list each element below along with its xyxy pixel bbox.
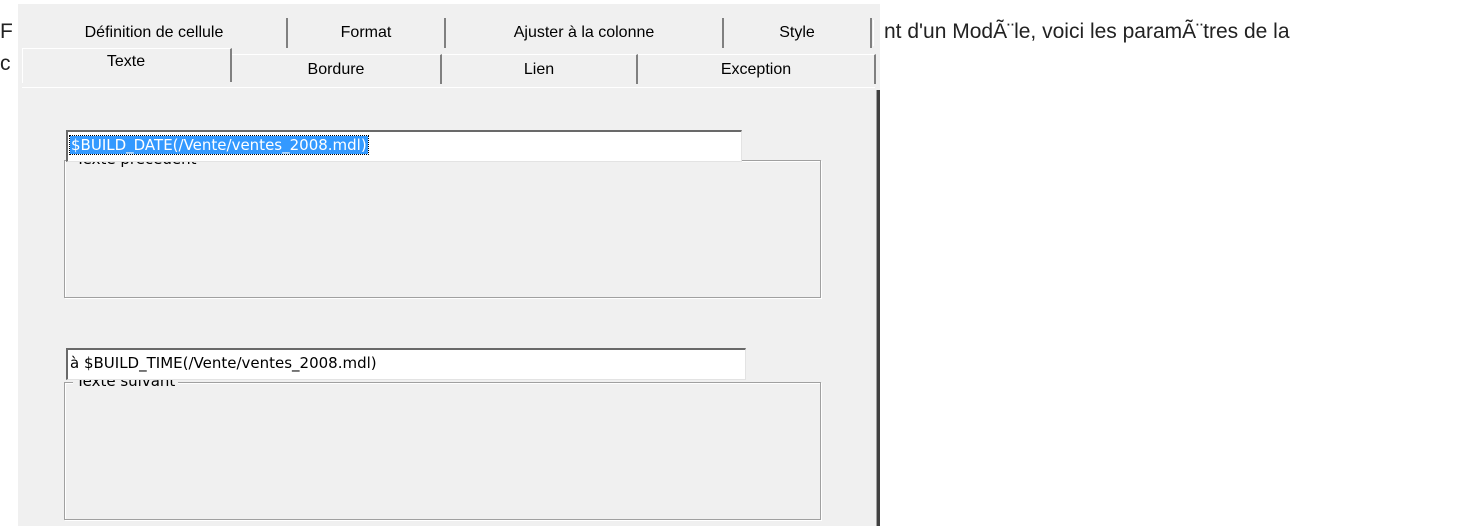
tab-border[interactable]: Bordure — [232, 54, 442, 84]
tab-cell-definition[interactable]: Définition de cellule — [22, 18, 290, 48]
tab-label: Exception — [720, 60, 792, 78]
group-preceding-text: Texte précédent — [64, 149, 821, 298]
dialog-edge — [876, 90, 880, 526]
tab-label: Lien — [523, 60, 555, 78]
page-root: F c nt d'un ModÃ¨le, voici les paramÃ¨tr… — [0, 0, 1469, 526]
background-text-line2: c — [0, 52, 11, 75]
tab-label: Ajuster à la colonne — [513, 24, 655, 41]
tab-fit-column[interactable]: Ajuster à la colonne — [446, 18, 726, 48]
tab-row-bottom: Texte Bordure Lien Exception — [22, 48, 880, 84]
preceding-text-input[interactable]: $BUILD_DATE(/Vente/ventes_2008.mdl) — [66, 130, 742, 162]
tab-exception[interactable]: Exception — [638, 54, 876, 84]
group-following-text: Texte suivant — [64, 371, 821, 520]
tab-label: Style — [779, 24, 815, 41]
tab-label: Format — [340, 24, 392, 41]
background-text-fragment: nt d'un ModÃ¨le, voici les paramÃ¨tres d… — [884, 20, 1290, 43]
tab-text[interactable]: Texte — [22, 48, 232, 83]
tab-row-top: Définition de cellule Format Ajuster à l… — [22, 18, 874, 48]
following-text-input[interactable]: à $BUILD_TIME(/Vente/ventes_2008.mdl) — [66, 348, 746, 380]
input-value: à $BUILD_TIME(/Vente/ventes_2008.mdl) — [70, 354, 377, 372]
selected-text: $BUILD_DATE(/Vente/ventes_2008.mdl) — [69, 135, 369, 155]
tab-label: Bordure — [307, 60, 365, 78]
tab-label: Définition de cellule — [84, 24, 224, 41]
tab-style[interactable]: Style — [724, 18, 874, 48]
tab-format[interactable]: Format — [288, 18, 448, 48]
tab-label: Texte — [106, 53, 146, 70]
tab-link[interactable]: Lien — [442, 54, 638, 84]
background-text-line1: F — [0, 20, 13, 43]
